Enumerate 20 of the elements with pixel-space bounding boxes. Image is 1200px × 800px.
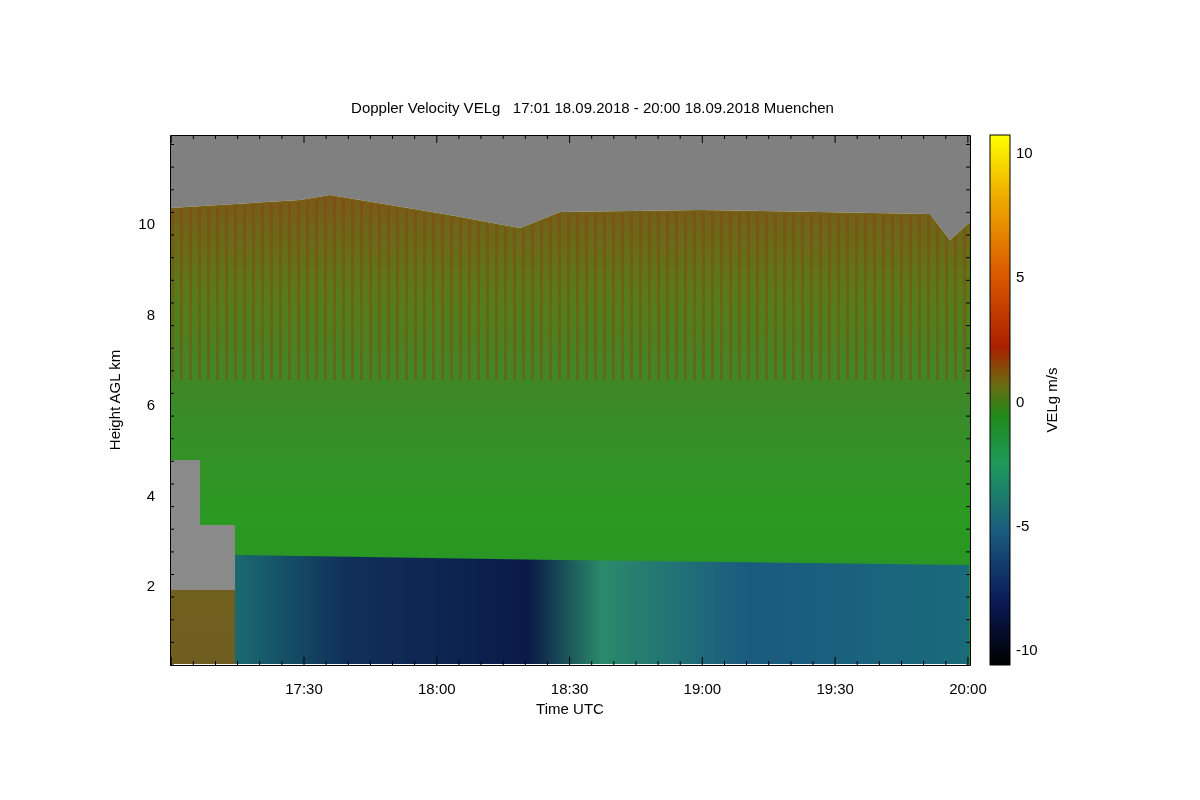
y-tick-label: 2 <box>146 575 155 596</box>
x-tick-label: 19:00 <box>683 679 722 699</box>
y-tick-label: 10 <box>138 213 155 234</box>
colorbar-tick-label: -5 <box>1016 515 1030 536</box>
x-tick-label: 20:00 <box>949 679 987 699</box>
x-tick-label: 19:30 <box>816 679 854 699</box>
x-axis-label: Time UTC <box>536 699 604 719</box>
y-tick-label: 4 <box>146 485 155 506</box>
colorbar-tick-label: 10 <box>1016 142 1033 163</box>
y-axis-label: Height AGL km <box>104 349 124 451</box>
colorbar-label: VELg m/s <box>1041 367 1061 433</box>
x-tick-label: 17:30 <box>285 679 323 699</box>
colorbar-tick-label: -10 <box>1016 639 1038 660</box>
chart-title: Doppler Velocity VELg 17:01 18.09.2018 - 20:00 18.09.2018 Muenchen <box>350 98 835 118</box>
colorbar-tick-label: 5 <box>1016 267 1025 288</box>
x-tick-label: 18:30 <box>550 679 589 699</box>
colorbar-tick-label: 0 <box>1016 391 1025 412</box>
x-tick-label: 18:00 <box>418 679 456 699</box>
y-tick-label: 8 <box>146 304 155 325</box>
y-tick-label: 6 <box>146 394 155 415</box>
